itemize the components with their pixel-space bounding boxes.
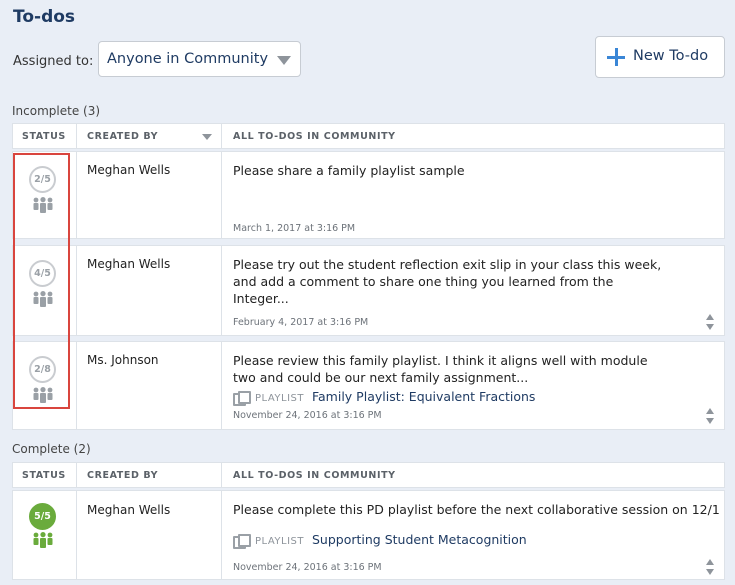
playlist-icon xyxy=(233,534,251,549)
column-created-by[interactable]: CREATED BY xyxy=(77,463,222,487)
todo-row[interactable]: 5/5 Meghan Wells Please complete this PD… xyxy=(12,490,725,580)
incomplete-table-header: STATUS CREATED BY ALL TO-DOS IN COMMUNIT… xyxy=(12,123,725,149)
todo-date: February 4, 2017 at 3:16 PM xyxy=(233,317,369,328)
complete-section-label: Complete (2) xyxy=(12,442,91,456)
assigned-to-value: Anyone in Community xyxy=(107,51,269,67)
expand-arrows-icon[interactable] xyxy=(705,408,715,424)
caret-down-icon xyxy=(277,56,291,65)
incomplete-section-label: Incomplete (3) xyxy=(12,104,101,118)
creator-name: Meghan Wells xyxy=(87,503,171,517)
todo-text[interactable]: Please share a family playlist sample xyxy=(233,162,663,179)
column-all-todos: ALL TO-DOS IN COMMUNITY xyxy=(233,470,396,481)
creator-cell: Meghan Wells xyxy=(77,246,222,335)
playlist-label: PLAYLIST xyxy=(255,536,304,547)
todo-body: Please share a family playlist sample Ma… xyxy=(222,152,724,238)
creator-cell: Ms. Johnson xyxy=(77,342,222,429)
playlist-label: PLAYLIST xyxy=(255,393,304,404)
todo-body: Please review this family playlist. I th… xyxy=(222,342,724,429)
todo-date: November 24, 2016 at 3:16 PM xyxy=(233,562,382,573)
sort-caret-icon[interactable] xyxy=(202,134,212,140)
expand-arrows-icon[interactable] xyxy=(705,559,715,575)
plus-icon xyxy=(607,48,625,66)
assigned-to-select[interactable]: Anyone in Community xyxy=(98,41,301,77)
page-title: To-dos xyxy=(13,7,76,27)
todo-text[interactable]: Please complete this PD playlist before … xyxy=(233,501,723,518)
creator-name: Ms. Johnson xyxy=(87,353,159,367)
creator-name: Meghan Wells xyxy=(87,163,171,177)
expand-arrows-icon[interactable] xyxy=(705,314,715,330)
creator-cell: Meghan Wells xyxy=(77,152,222,238)
column-all-todos: ALL TO-DOS IN COMMUNITY xyxy=(233,131,396,142)
todo-row[interactable]: 2/8 Ms. Johnson Please review this famil… xyxy=(12,341,725,430)
status-badge: 5/5 xyxy=(29,503,56,530)
status-cell: 5/5 xyxy=(13,491,77,579)
playlist-link[interactable]: PLAYLIST Family Playlist: Equivalent Frac… xyxy=(233,389,535,406)
new-todo-label: New To-do xyxy=(633,48,709,64)
assigned-to-label: Assigned to: xyxy=(13,54,94,69)
status-highlight-box xyxy=(13,153,70,409)
playlist-link[interactable]: PLAYLIST Supporting Student Metacognition xyxy=(233,532,527,549)
people-group-icon xyxy=(33,532,53,548)
todo-text[interactable]: Please try out the student reflection ex… xyxy=(233,256,663,307)
creator-cell: Meghan Wells xyxy=(77,491,222,579)
todo-body: Please try out the student reflection ex… xyxy=(222,246,724,335)
creator-name: Meghan Wells xyxy=(87,257,171,271)
todo-row[interactable]: 4/5 Meghan Wells Please try out the stud… xyxy=(12,245,725,336)
todo-date: March 1, 2017 at 3:16 PM xyxy=(233,223,356,234)
column-status: STATUS xyxy=(13,463,77,487)
new-todo-button[interactable]: New To-do xyxy=(595,36,725,78)
playlist-icon xyxy=(233,391,251,406)
column-created-by[interactable]: CREATED BY xyxy=(77,124,222,148)
todo-body: Please complete this PD playlist before … xyxy=(222,491,724,579)
column-created-by-label: CREATED BY xyxy=(87,131,159,142)
playlist-title[interactable]: Family Playlist: Equivalent Fractions xyxy=(312,389,535,404)
playlist-title[interactable]: Supporting Student Metacognition xyxy=(312,532,527,547)
todo-row[interactable]: 2/5 Meghan Wells Please share a family p… xyxy=(12,151,725,239)
column-status: STATUS xyxy=(13,124,77,148)
todo-date: November 24, 2016 at 3:16 PM xyxy=(233,410,382,421)
todo-text[interactable]: Please review this family playlist. I th… xyxy=(233,352,663,386)
complete-table-header: STATUS CREATED BY ALL TO-DOS IN COMMUNIT… xyxy=(12,462,725,488)
